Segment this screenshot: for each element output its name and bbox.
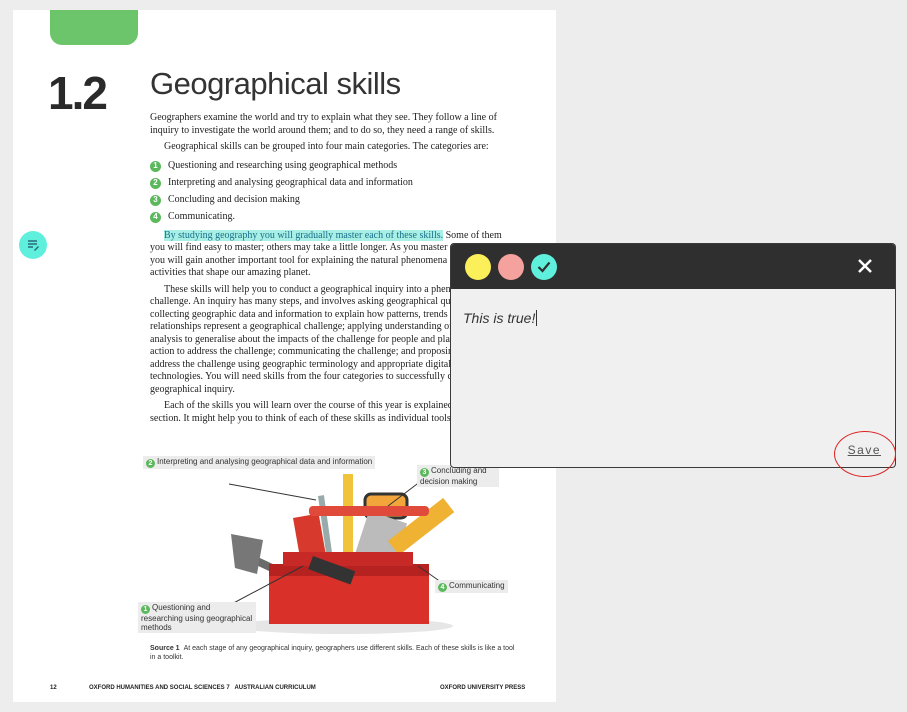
intro-paragraph: Geographers examine the world and try to… (150, 112, 497, 136)
highlighted-text[interactable]: By studying geography you will gradually… (164, 229, 444, 241)
color-yellow-button[interactable] (465, 254, 491, 280)
figure-caption: Source 1 At each stage of any geographica… (150, 645, 515, 661)
note-marker-button[interactable] (19, 231, 47, 259)
footer-publisher: OXFORD UNIVERSITY PRESS (440, 685, 526, 691)
list-item: 1 Questioning and researching using geogr… (150, 158, 512, 175)
section-title: Geographical skills (150, 66, 401, 101)
text-cursor (536, 310, 538, 326)
callout-2: 2 Interpreting and analysing geographical… (143, 456, 376, 469)
checkmark-icon (537, 261, 551, 273)
list-item: 4 Communicating. (150, 209, 512, 226)
number-badge: 4 (150, 211, 161, 223)
note-edit-icon (28, 240, 39, 251)
callout-1: 1 Questioning and researching using geogr… (138, 602, 256, 633)
footer-book-title: OXFORD HUMANITIES AND SOCIAL SCIENCES 7 … (89, 685, 316, 691)
footer-page-number: 12 (50, 685, 57, 691)
callout-3: 3 Concluding and decision making (417, 465, 499, 487)
note-text-area[interactable]: This is true! (463, 310, 538, 326)
skills-list: 1 Questioning and researching using geogr… (150, 158, 512, 226)
list-item: 2 Interpreting and analysing geographical… (150, 175, 512, 192)
save-button[interactable]: Save (848, 443, 881, 457)
section-tab (50, 10, 138, 45)
list-item: 3 Concluding and decision making (150, 192, 512, 209)
note-popup-toolbar (451, 244, 895, 289)
section-number: 1.2 (48, 67, 108, 119)
number-badge: 2 (150, 177, 161, 189)
note-popup: This is true! Save (450, 243, 896, 468)
number-badge: 1 (150, 160, 161, 172)
color-teal-button[interactable] (531, 254, 557, 280)
close-icon[interactable] (855, 256, 875, 276)
categories-intro: Geographical skills can be grouped into … (164, 141, 489, 152)
color-pink-button[interactable] (498, 254, 524, 280)
callout-4: 4 Communicating (435, 580, 508, 593)
number-badge: 3 (150, 194, 161, 206)
